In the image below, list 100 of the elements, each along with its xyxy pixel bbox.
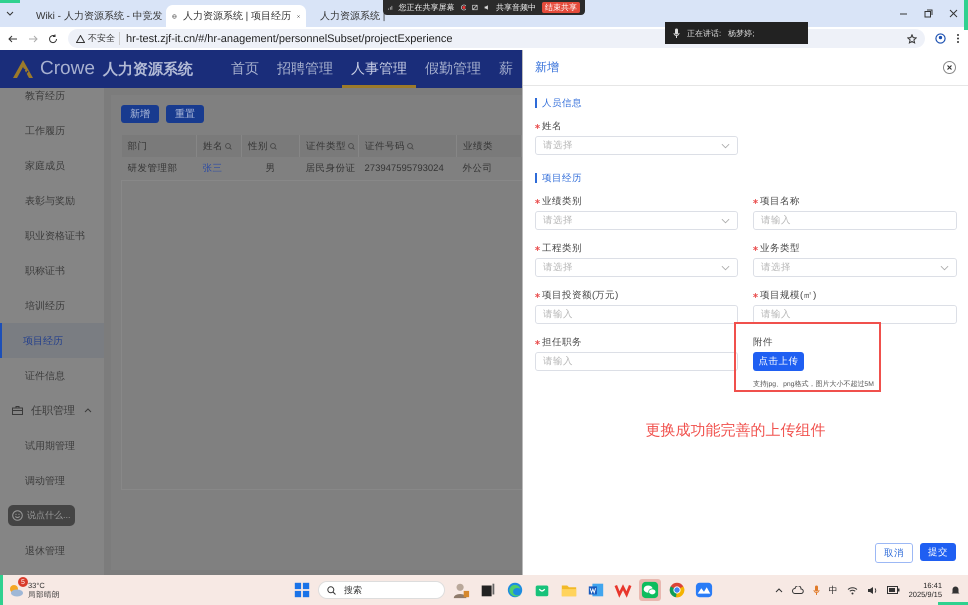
- url-text: hr-test.zjf-it.cn/#/hr-anagement/personnelSubset/projectExperience: [126, 32, 453, 44]
- nav-item[interactable]: 招聘管理: [268, 50, 342, 88]
- share-frame-corner: [0, 575, 3, 605]
- column-header: 证件号码: [365, 140, 405, 152]
- submit-button[interactable]: 提交: [920, 543, 956, 561]
- audio-status: 共享音频中: [496, 2, 536, 13]
- sidebar-item[interactable]: 证件信息: [0, 358, 104, 393]
- field-label: 担任职务: [542, 336, 582, 348]
- sidebar-item[interactable]: 家庭成员: [0, 148, 104, 183]
- stop-sharing-button[interactable]: 结束共享: [542, 2, 580, 13]
- cloud-app-icon: [695, 581, 713, 599]
- record-icon[interactable]: [460, 3, 466, 12]
- logo-icon: [12, 59, 34, 79]
- microphone-icon: [673, 28, 680, 38]
- bell-icon[interactable]: [951, 585, 960, 595]
- chevron-up-icon: [84, 408, 92, 413]
- input-method-indicator[interactable]: 中: [828, 584, 838, 596]
- menu-icon[interactable]: [956, 33, 960, 44]
- security-indicator[interactable]: 不安全: [76, 32, 120, 45]
- tab-title: 人力资源系统 | 项目经历: [182, 10, 291, 23]
- close-icon[interactable]: [949, 9, 958, 18]
- task-view-icon: [479, 581, 497, 599]
- chevron-down-icon: [721, 218, 730, 224]
- close-icon[interactable]: [943, 61, 956, 74]
- comment-input[interactable]: 说点什么...: [8, 505, 75, 526]
- column-header: 证件类型: [306, 140, 346, 152]
- hide-icon[interactable]: [472, 3, 478, 12]
- search-field[interactable]: 搜索: [318, 581, 445, 599]
- select-field[interactable]: 请选择: [753, 258, 957, 277]
- nav-item[interactable]: 人事管理: [342, 50, 416, 88]
- sidebar-item[interactable]: 项目经历: [0, 323, 104, 358]
- share-status: 您正在共享屏幕: [398, 2, 455, 13]
- group-label: 任职管理: [31, 404, 75, 418]
- select-field[interactable]: 请选择: [535, 258, 738, 277]
- speaker-name: 杨梦婷;: [728, 28, 754, 38]
- field-label: 项目名称: [760, 194, 800, 208]
- select-field[interactable]: 请选择: [535, 211, 738, 230]
- sidebar-item[interactable]: 试用期管理: [0, 428, 104, 463]
- toolbar-button[interactable]: 新增: [121, 105, 159, 123]
- brand-name: Crowe: [40, 58, 95, 80]
- field-label: 姓名: [542, 120, 562, 132]
- field-label: 项目投资额(万元): [542, 288, 618, 302]
- upload-button[interactable]: 点击上传: [753, 352, 804, 371]
- table-cell: 研发管理部: [128, 163, 178, 174]
- section-title: 人员信息: [542, 96, 582, 110]
- chevron-down-icon: [940, 264, 949, 270]
- table-cell: 外公司: [462, 163, 492, 174]
- column-header: 部门: [128, 140, 148, 152]
- sidebar-group[interactable]: 任职管理: [0, 393, 104, 428]
- back-arrow-icon[interactable]: [8, 34, 18, 44]
- input-field[interactable]: 请输入: [535, 305, 738, 324]
- share-frame-corner: [964, 0, 968, 30]
- cloud-icon[interactable]: [792, 586, 804, 594]
- select-field[interactable]: 请选择: [535, 136, 738, 155]
- speaker-icon[interactable]: [484, 3, 490, 12]
- volume-icon[interactable]: [866, 586, 878, 594]
- sidebar-item[interactable]: 表彰与奖励: [0, 183, 104, 218]
- word-document-icon: [587, 581, 605, 599]
- wifi-icon[interactable]: [846, 586, 858, 594]
- profile-icon[interactable]: [935, 33, 946, 44]
- sidebar-item[interactable]: 教育经历: [0, 88, 104, 113]
- edge-browser-icon: [506, 581, 524, 599]
- sidebar-item[interactable]: 工作履历: [0, 113, 104, 148]
- annotation-note: 更换成功能完善的上传组件: [644, 421, 826, 440]
- search-icon: [327, 586, 336, 594]
- sidebar-item[interactable]: 调动管理: [0, 463, 104, 498]
- battery-icon[interactable]: [886, 586, 900, 594]
- sidebar-item[interactable]: 职业资格证书: [0, 218, 104, 253]
- sidebar-item[interactable]: 职称证书: [0, 253, 104, 288]
- share-frame-corner: [938, 602, 968, 605]
- chat-bubbles-icon: [641, 581, 659, 599]
- system-name: 人力资源系统: [102, 60, 193, 78]
- nav-item[interactable]: 假勤管理: [416, 50, 490, 88]
- drawer-title: 新增: [535, 59, 559, 76]
- chevron-up-icon[interactable]: [774, 588, 783, 592]
- chrome-icon: [668, 581, 686, 599]
- tab-list-icon[interactable]: [6, 11, 14, 16]
- sidebar-item[interactable]: 培训经历: [0, 288, 104, 323]
- microphone-icon[interactable]: [812, 585, 820, 595]
- cancel-button[interactable]: 取消: [875, 543, 913, 563]
- browser-tab[interactable]: 人力资源系统 | 项目经历: [166, 5, 306, 27]
- smiley-icon: [12, 510, 23, 521]
- sidebar-item[interactable]: 退休管理: [0, 533, 104, 568]
- browser-tab[interactable]: Wiki - 人力资源系统 - 中竞发: [24, 5, 164, 27]
- restore-icon[interactable]: [924, 9, 933, 18]
- toolbar-button[interactable]: 重置: [166, 105, 204, 123]
- reload-icon[interactable]: [48, 34, 58, 44]
- nav-item[interactable]: 首页: [222, 50, 268, 88]
- field-label: 项目规模(㎡): [760, 288, 816, 302]
- input-field[interactable]: 请输入: [535, 352, 738, 371]
- tab-close-icon[interactable]: [296, 12, 300, 20]
- name-link[interactable]: 张三: [202, 163, 222, 174]
- nav-item[interactable]: 薪: [490, 50, 522, 88]
- star-icon[interactable]: [907, 34, 917, 44]
- input-field[interactable]: 请输入: [753, 211, 957, 230]
- input-field[interactable]: 请输入: [753, 305, 957, 324]
- person-figure-icon: [452, 581, 470, 599]
- section-title: 项目经历: [542, 172, 582, 184]
- field-label: 业务类型: [760, 242, 800, 254]
- column-header: 姓名: [203, 140, 223, 152]
